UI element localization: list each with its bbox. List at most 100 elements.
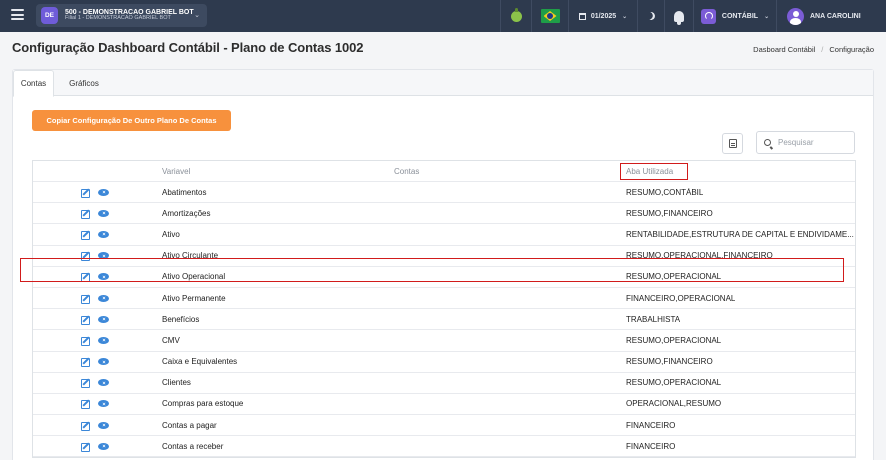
cell-aba-text: FINANCEIRO,OPERACIONAL xyxy=(626,293,736,303)
search-input[interactable] xyxy=(778,138,848,147)
row-actions xyxy=(81,246,121,266)
edit-icon[interactable] xyxy=(81,421,91,431)
cell-aba-text: RESUMO,OPERACIONAL xyxy=(626,378,722,388)
cell-contas xyxy=(394,182,594,202)
chevron-down-icon: ⌄ xyxy=(622,13,628,20)
edit-icon[interactable] xyxy=(81,294,91,304)
row-actions xyxy=(81,288,121,308)
edit-icon[interactable] xyxy=(81,442,91,452)
user-name: ANA CAROLINI xyxy=(810,12,861,20)
cell-aba: RESUMO,FINANCEIRO xyxy=(626,203,854,223)
module-label: CONTÁBIL xyxy=(721,12,759,20)
edit-icon[interactable] xyxy=(81,336,91,346)
eye-icon[interactable] xyxy=(98,273,109,281)
table-row: Amortizações RESUMO,FINANCEIRO xyxy=(33,203,855,225)
tab-bar: Contas Gráficos xyxy=(13,70,873,97)
eye-icon[interactable] xyxy=(98,336,109,344)
cell-contas xyxy=(394,352,594,372)
bell-icon xyxy=(674,10,684,25)
breadcrumb: Dasboard Contábil / Configuração xyxy=(753,45,874,54)
cell-contas xyxy=(394,246,594,266)
cell-contas xyxy=(394,224,594,244)
table-row: Clientes RESUMO,OPERACIONAL xyxy=(33,373,855,394)
eye-icon[interactable] xyxy=(98,400,109,408)
company-selector[interactable]: DE 500 - DEMONSTRACAO GABRIEL BOT Filial… xyxy=(36,4,207,27)
export-button[interactable] xyxy=(722,133,743,154)
cell-aba-text: RESUMO,FINANCEIRO xyxy=(626,357,713,367)
cell-aba: RESUMO,OPERACIONAL xyxy=(626,330,854,350)
menu-icon[interactable] xyxy=(11,9,24,20)
apple-icon xyxy=(510,7,522,22)
eye-icon[interactable] xyxy=(98,315,109,323)
row-actions xyxy=(81,373,121,393)
edit-icon[interactable] xyxy=(81,230,91,240)
breadcrumb-separator: / xyxy=(821,45,824,54)
eye-icon[interactable] xyxy=(98,294,109,302)
edit-icon[interactable] xyxy=(81,188,91,198)
accounts-table: Variavel Contas Aba Utilizada Abatimento… xyxy=(32,160,856,459)
apple-icon-button[interactable] xyxy=(501,0,531,32)
module-selector[interactable]: CONTÁBIL ⌄ xyxy=(694,0,776,32)
column-header-variavel[interactable]: Variavel xyxy=(162,161,392,181)
edit-icon[interactable] xyxy=(81,209,91,219)
eye-icon[interactable] xyxy=(98,358,109,366)
edit-icon[interactable] xyxy=(81,315,91,325)
cell-contas xyxy=(394,436,594,456)
eye-icon[interactable] xyxy=(98,230,109,238)
row-actions xyxy=(81,394,121,414)
table-row: Contas a pagar FINANCEIRO xyxy=(33,415,855,437)
edit-icon[interactable] xyxy=(81,399,91,410)
tab-contas[interactable]: Contas xyxy=(13,70,54,97)
cell-aba-text: FINANCEIRO xyxy=(626,441,676,451)
calendar-icon xyxy=(578,12,586,20)
eye-icon[interactable] xyxy=(98,252,109,260)
cell-aba-text: FINANCEIRO xyxy=(626,420,676,430)
table-row: CMV RESUMO,OPERACIONAL xyxy=(33,330,855,352)
cell-aba-text: TRABALHISTA xyxy=(626,314,681,324)
table-row: Benefícios TRABALHISTA xyxy=(33,309,855,331)
theme-toggle[interactable] xyxy=(638,0,664,32)
edit-icon[interactable] xyxy=(81,251,91,262)
period-selector[interactable]: 01/2025 ⌄ xyxy=(569,0,637,32)
cell-variavel: Benefícios xyxy=(162,314,200,324)
eye-icon[interactable] xyxy=(98,421,109,429)
edit-icon[interactable] xyxy=(81,378,91,389)
breadcrumb-item-configuracao: Configuração xyxy=(829,45,874,54)
notifications-button[interactable] xyxy=(665,0,693,32)
eye-icon[interactable] xyxy=(98,442,109,450)
row-actions xyxy=(81,182,121,202)
breadcrumb-item-dashboard[interactable]: Dasboard Contábil xyxy=(753,45,815,54)
cell-contas xyxy=(394,415,594,435)
copy-config-button[interactable]: Copiar Configuração De Outro Plano De Co… xyxy=(32,110,231,131)
row-actions xyxy=(81,352,121,372)
cell-variavel: Clientes xyxy=(162,378,191,388)
user-menu[interactable]: ANA CAROLINI xyxy=(777,0,886,32)
cell-aba-text: RENTABILIDADE,ESTRUTURA DE CAPITAL E END… xyxy=(626,229,854,239)
eye-icon[interactable] xyxy=(98,188,109,196)
cell-aba: TRABALHISTA xyxy=(626,309,854,329)
tab-graficos[interactable]: Gráficos xyxy=(55,70,113,96)
search-icon xyxy=(764,139,771,146)
cell-variavel: Ativo Operacional xyxy=(162,272,226,282)
cell-aba-text: RESUMO,OPERACIONAL xyxy=(626,335,722,345)
language-selector[interactable] xyxy=(532,0,568,32)
column-header-contas[interactable]: Contas xyxy=(394,161,594,181)
cell-aba-text: RESUMO,OPERACIONAL xyxy=(626,272,722,282)
table-row: Ativo Operacional RESUMO,OPERACIONAL xyxy=(33,267,855,288)
edit-icon[interactable] xyxy=(81,357,91,368)
cell-aba-text: RESUMO,CONTÁBIL xyxy=(626,187,704,197)
company-badge: DE xyxy=(41,7,58,24)
row-actions xyxy=(81,436,121,456)
eye-icon[interactable] xyxy=(98,379,109,387)
eye-icon[interactable] xyxy=(98,209,109,217)
row-actions xyxy=(81,415,121,435)
row-actions xyxy=(81,224,121,244)
table-row: Abatimentos RESUMO,CONTÁBIL xyxy=(33,182,855,204)
content-card: Contas Gráficos Copiar Configuração De O… xyxy=(12,69,874,460)
edit-icon[interactable] xyxy=(81,272,91,283)
cell-aba: OPERACIONAL,RESUMO xyxy=(626,394,854,414)
table-row: Ativo RENTABILIDADE,ESTRUTURA DE CAPITAL … xyxy=(33,224,855,246)
cell-contas xyxy=(394,309,594,329)
cell-contas xyxy=(394,330,594,350)
cell-aba: FINANCEIRO xyxy=(626,436,854,456)
